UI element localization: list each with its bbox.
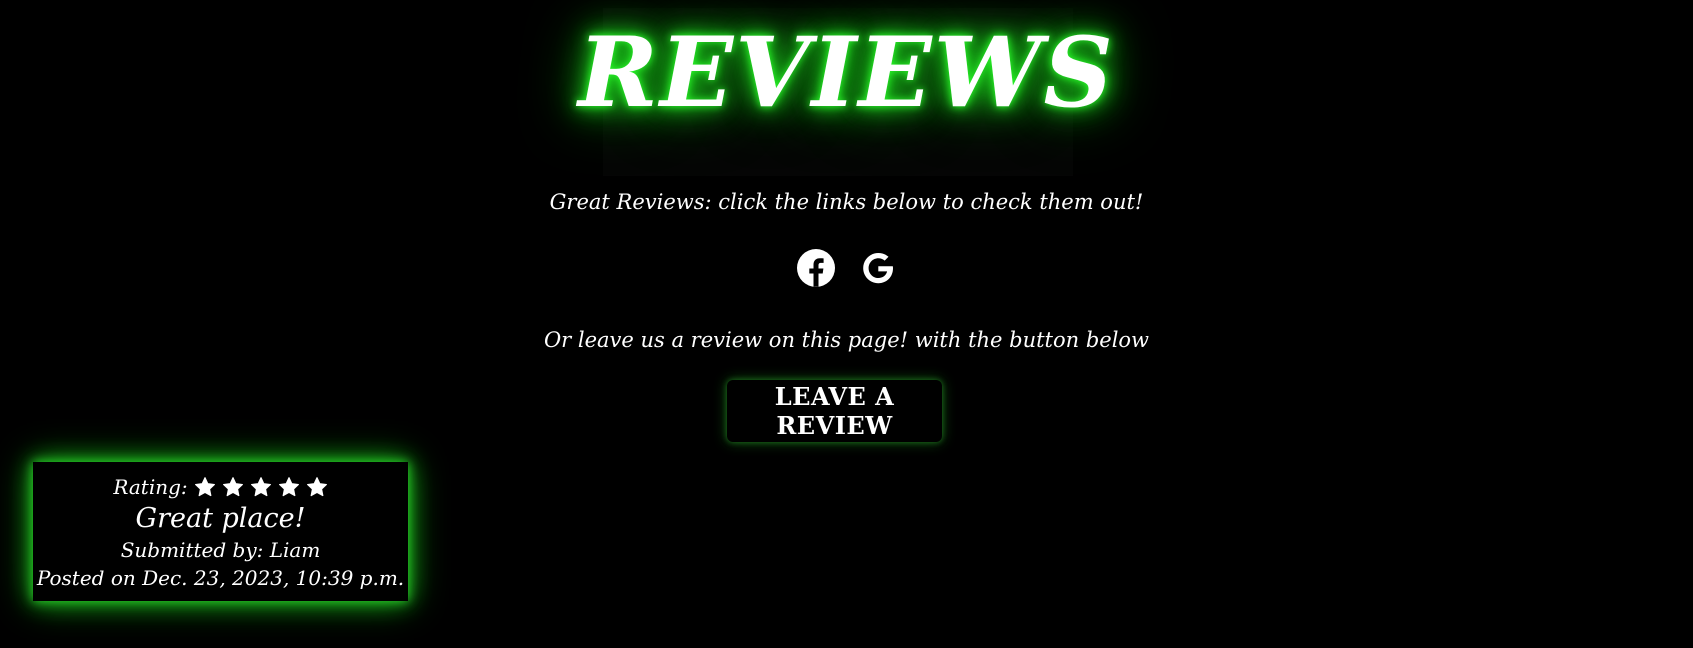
review-card: Rating: Great place! Submitted by: Liam … (33, 462, 408, 601)
page-title: REVIEWS (578, 16, 1115, 129)
star-icon (194, 477, 215, 497)
review-title: Great place! (135, 503, 306, 534)
rating-stars (194, 476, 328, 498)
review-author: Submitted by: Liam (120, 538, 321, 562)
star-icon (250, 477, 271, 497)
reviews-page: REVIEWS Great Reviews: click the links b… (0, 0, 1693, 648)
social-links (0, 248, 1693, 288)
google-icon (862, 253, 893, 284)
alt-text: Or leave us a review on this page! with … (543, 328, 1150, 352)
review-date: Posted on Dec. 23, 2023, 10:39 p.m. (36, 566, 405, 590)
star-icon (278, 477, 299, 497)
google-link[interactable] (858, 248, 898, 288)
leave-review-button[interactable]: LEAVE A REVIEW (727, 380, 942, 442)
star-icon (222, 477, 243, 497)
rating-row: Rating: (33, 474, 408, 500)
intro-text: Great Reviews: click the links below to … (549, 190, 1144, 214)
rating-label: Rating: (113, 475, 188, 499)
facebook-link[interactable] (796, 248, 836, 288)
star-icon (306, 477, 327, 497)
facebook-icon (796, 249, 835, 287)
